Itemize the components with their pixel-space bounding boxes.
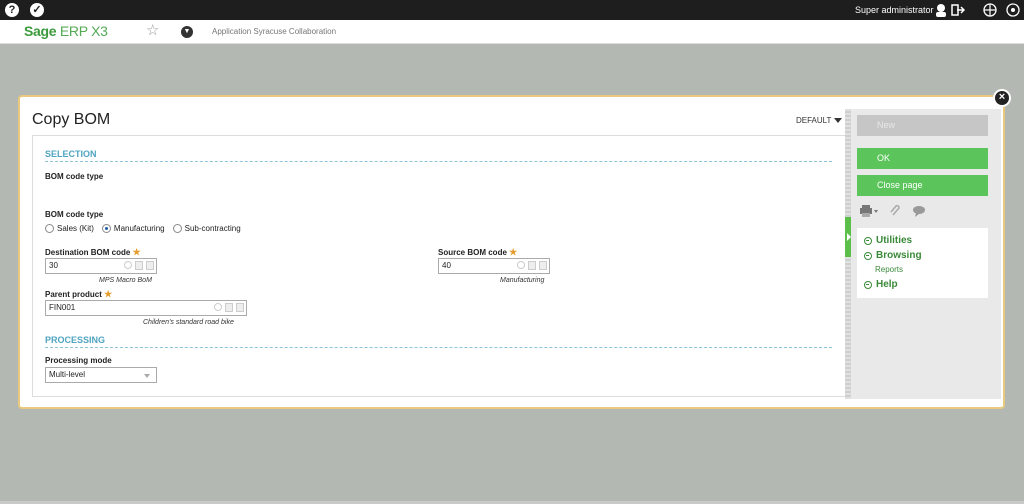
new-button[interactable]: New — [857, 115, 988, 136]
copy-bom-dialog: Copy BOM DEFAULT SELECTION BOM code type… — [18, 95, 1005, 409]
menu-help[interactable]: Help — [864, 279, 898, 290]
form-area: SELECTION BOM code type BOM code type Sa… — [32, 135, 847, 397]
sage-logo[interactable]: Sage ERP X3 — [24, 23, 108, 39]
section-processing-title: PROCESSING — [45, 335, 106, 345]
menu-browsing[interactable]: Browsing — [864, 250, 922, 261]
document-icon[interactable] — [528, 261, 536, 270]
destination-bom-label: Destination BOM code ★ — [45, 247, 141, 257]
section-divider — [45, 347, 832, 348]
action-panel: New OK Close page Utilities Browsing Rep… — [851, 109, 1001, 399]
source-bom-input[interactable]: 40 — [438, 258, 550, 274]
source-bom-label: Source BOM code ★ — [438, 247, 518, 257]
ok-button[interactable]: OK — [857, 148, 988, 169]
check-icon[interactable]: ✓ — [30, 3, 44, 17]
radio-manufacturing[interactable]: Manufacturing — [101, 224, 165, 233]
close-page-button[interactable]: Close page — [857, 175, 988, 196]
source-bom-description: Manufacturing — [500, 277, 545, 284]
globe-icon[interactable] — [983, 3, 997, 17]
comment-icon[interactable] — [912, 205, 926, 217]
caret-down-icon — [834, 118, 843, 124]
attachment-icon[interactable] — [890, 205, 902, 217]
section-divider — [45, 161, 832, 162]
tunnel-icon[interactable] — [539, 261, 547, 270]
processing-mode-select[interactable]: Multi-level — [45, 367, 157, 383]
processing-mode-label: Processing mode — [45, 356, 112, 365]
radio-sales-kit[interactable]: Sales (Kit) — [45, 224, 94, 233]
dropdown-caret-icon — [144, 374, 150, 378]
section-selection-title: SELECTION — [45, 149, 97, 159]
toolbar-icons — [860, 205, 926, 217]
view-selector[interactable]: DEFAULT — [796, 116, 843, 125]
top-bar: ? ✓ Super administrator — [0, 0, 1024, 20]
menu-reports[interactable]: Reports — [875, 265, 903, 274]
user-avatar-icon[interactable] — [934, 3, 948, 17]
logout-icon[interactable] — [951, 3, 965, 17]
bom-code-type-label: BOM code type — [45, 210, 104, 219]
plus-circle-icon — [864, 280, 872, 289]
user-name[interactable]: Super administrator — [855, 5, 934, 15]
search-icon[interactable] — [124, 261, 132, 269]
parent-product-input[interactable]: FIN001 — [45, 300, 247, 316]
plus-circle-icon — [864, 236, 872, 245]
settings-icon[interactable] — [1006, 3, 1020, 17]
minus-circle-icon — [864, 251, 872, 260]
search-icon[interactable] — [214, 303, 222, 311]
close-dialog-icon[interactable]: × — [993, 89, 1011, 107]
tunnel-icon[interactable] — [146, 261, 154, 270]
help-icon[interactable]: ? — [5, 3, 19, 17]
radio-sub-contracting[interactable]: Sub-contracting — [172, 224, 241, 233]
page-title: Copy BOM — [32, 111, 111, 128]
parent-product-description: Children's standard road bike — [143, 319, 234, 326]
document-icon[interactable] — [135, 261, 143, 270]
print-icon[interactable] — [860, 205, 880, 217]
required-star-icon: ★ — [509, 247, 518, 257]
bom-code-type-heading: BOM code type — [45, 172, 104, 181]
favorite-star-icon[interactable]: ☆ — [146, 23, 159, 39]
menu-utilities[interactable]: Utilities — [864, 235, 912, 246]
chevron-down-icon[interactable]: ▼ — [181, 26, 193, 38]
destination-bom-description: MPS Macro BoM — [99, 277, 152, 284]
required-star-icon: ★ — [104, 289, 113, 299]
search-icon[interactable] — [517, 261, 525, 269]
app-header: Sage ERP X3 ☆ ▼ Application Syracuse Col… — [0, 20, 1024, 44]
parent-product-label: Parent product ★ — [45, 289, 113, 299]
application-name: Application Syracuse Collaboration — [212, 27, 337, 36]
tunnel-icon[interactable] — [236, 303, 244, 312]
document-icon[interactable] — [225, 303, 233, 312]
side-menu: Utilities Browsing Reports Help — [857, 228, 988, 298]
destination-bom-input[interactable]: 30 — [45, 258, 157, 274]
bom-code-type-radios: Sales (Kit) Manufacturing Sub-contractin… — [45, 224, 249, 233]
required-star-icon: ★ — [132, 247, 141, 257]
